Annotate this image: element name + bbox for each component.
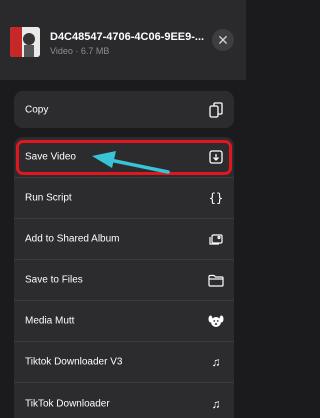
pointer-arrow-icon [92, 151, 170, 174]
